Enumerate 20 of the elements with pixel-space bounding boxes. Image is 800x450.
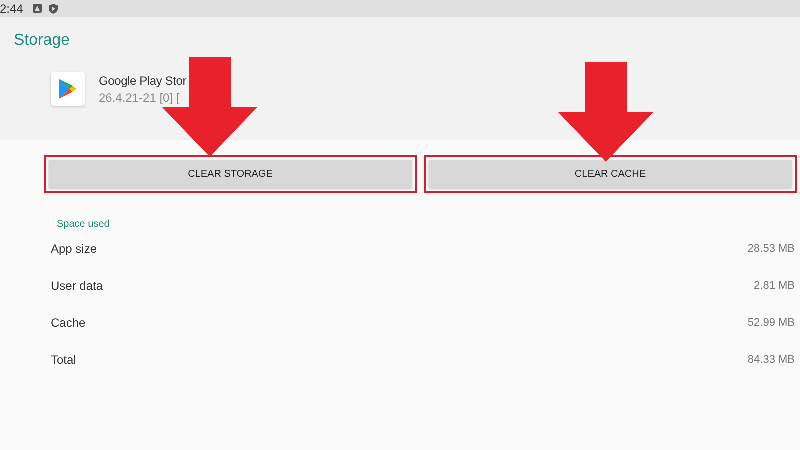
clear-button[interactable]: CLEAR STORAGE [49, 160, 412, 188]
arrow-icon [162, 57, 258, 157]
section-header: Space used [57, 219, 110, 230]
play-store-icon [51, 72, 85, 106]
app-name: Google Play Stor [99, 74, 187, 88]
row-label: Cache [51, 316, 86, 330]
page-title: Storage [14, 31, 72, 50]
row-label: App size [51, 242, 98, 256]
arrow-icon [558, 62, 654, 162]
row-label: User data [51, 278, 104, 292]
row-value: 28.53 MB [748, 242, 795, 254]
clear-button[interactable]: CLEAR CACHE [429, 160, 792, 188]
row-value: 84.33 MB [748, 354, 795, 366]
shield-icon [49, 4, 58, 14]
clock-time: 2:44 [0, 2, 24, 16]
row-label: Total [51, 352, 76, 366]
app-version: 26.4.21-21 [0] [ [99, 90, 181, 104]
notification-icon [33, 4, 42, 13]
row-value: 52.99 MB [748, 316, 795, 328]
row-value: 2.81 MB [754, 280, 795, 292]
